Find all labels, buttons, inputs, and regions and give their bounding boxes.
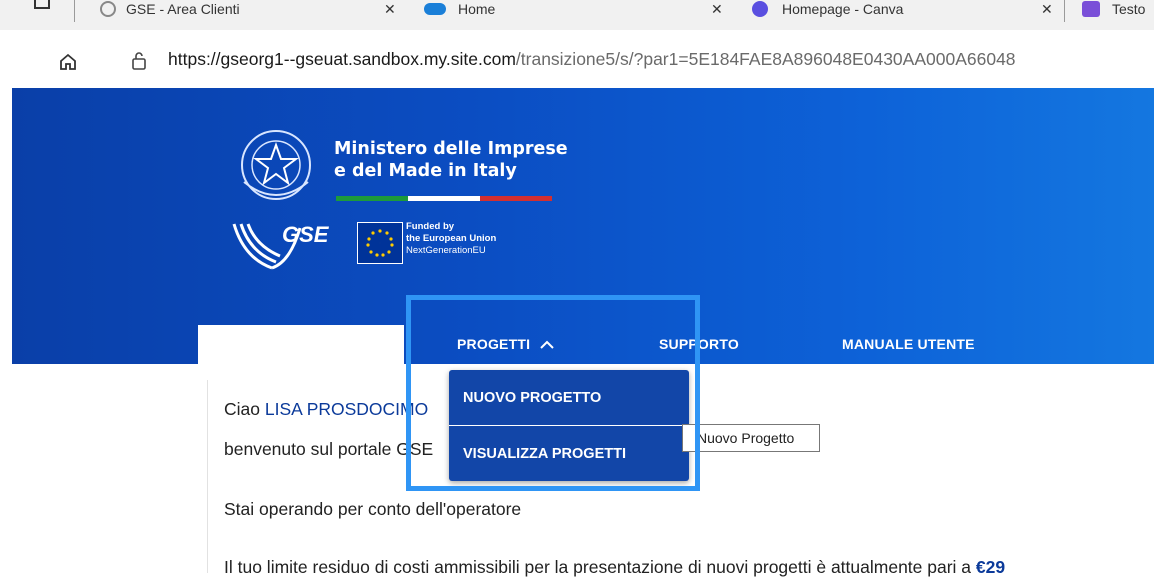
canva-icon [752, 1, 768, 17]
close-tab-icon[interactable]: ✕ [711, 0, 723, 24]
tab-label: Home [458, 1, 495, 17]
user-name[interactable]: LISA PROSDOCIMO [265, 399, 428, 419]
ministry-title: Ministero delle Imprese e del Made in It… [334, 138, 568, 182]
greeting: Ciao LISA PROSDOCIMO [224, 399, 428, 420]
operator-text: Stai operando per conto dell'operatore [224, 499, 521, 520]
url-field[interactable]: https://gseorg1--gseuat.sandbox.my.site.… [168, 49, 1016, 70]
app-icon [1082, 1, 1100, 17]
home-icon[interactable] [58, 52, 78, 72]
browser-tab-strip: GSE - Area Clienti ✕ Home ✕ Homepage - C… [0, 0, 1154, 30]
tab-label: Homepage - Canva [782, 1, 903, 17]
gse-logo-text: GSE [282, 222, 328, 248]
close-tab-icon[interactable]: ✕ [384, 0, 396, 24]
tab-canva[interactable]: Homepage - Canva [752, 0, 903, 24]
tab-home[interactable]: Home [424, 0, 495, 24]
tab-label: GSE - Area Clienti [126, 1, 240, 17]
tab-label: Testo [1112, 1, 1145, 17]
loading-icon [100, 1, 116, 17]
tab-testo[interactable]: Testo [1082, 0, 1145, 24]
highlight-box [406, 295, 700, 491]
close-tab-icon[interactable]: ✕ [1041, 0, 1053, 24]
welcome-text: benvenuto sul portale GSE [224, 439, 433, 460]
tab-gse-area-clienti[interactable]: GSE - Area Clienti [100, 0, 240, 24]
favicon-icon [424, 3, 446, 15]
tab-actions-icon[interactable] [34, 0, 50, 9]
tooltip: Nuovo Progetto [682, 424, 820, 452]
nav-manuale-utente[interactable]: MANUALE UTENTE [842, 325, 975, 363]
italian-flag-bar [336, 196, 552, 201]
eu-flag-icon [357, 222, 403, 264]
limit-text: Il tuo limite residuo di costi ammissibi… [224, 557, 1005, 578]
italian-emblem-icon [230, 122, 322, 208]
eu-funding-text: Funded by the European Union NextGenerat… [406, 221, 496, 257]
site-info-icon[interactable] [130, 51, 148, 71]
